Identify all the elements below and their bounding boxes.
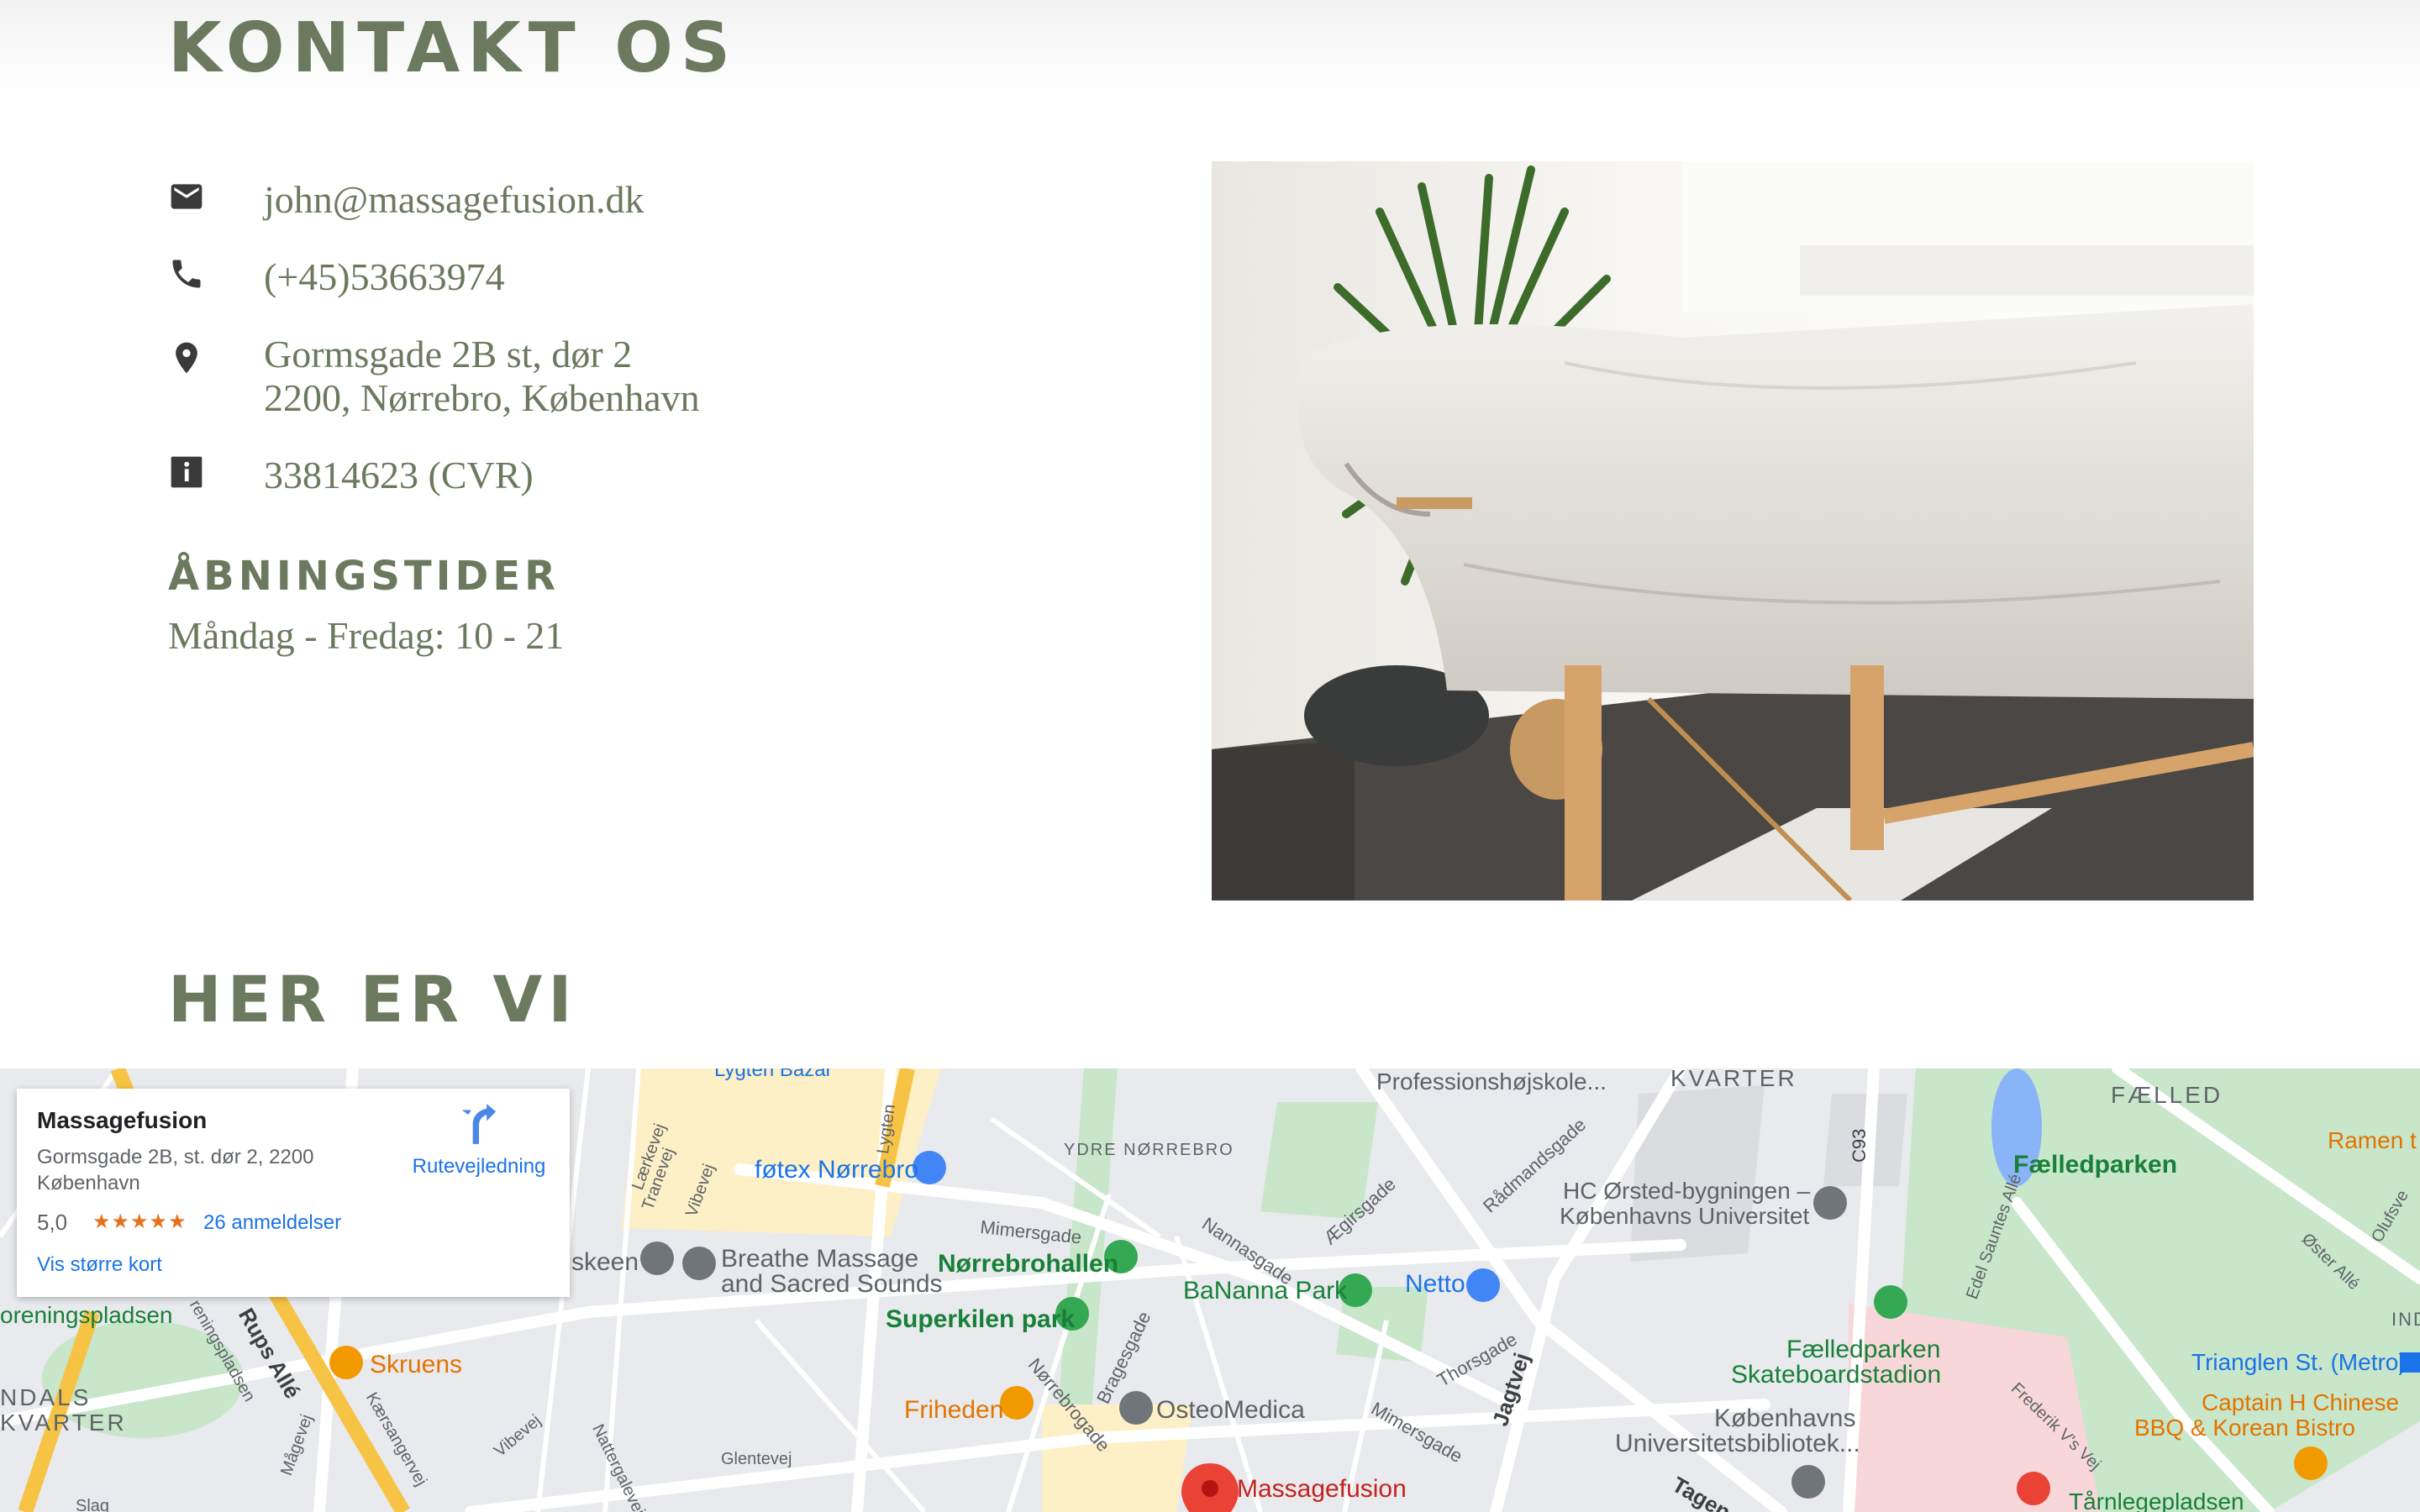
map-label: NDALS bbox=[0, 1384, 92, 1410]
reviews-link[interactable]: 26 anmeldelser bbox=[203, 1211, 341, 1235]
map-label[interactable]: Superkilen park bbox=[886, 1305, 1075, 1334]
map-label[interactable]: Universitetsbibliotek... bbox=[1615, 1430, 1860, 1458]
location-title: HER ER VI bbox=[168, 962, 578, 1037]
map-label[interactable]: Friheden bbox=[904, 1396, 1003, 1425]
map-label[interactable]: Nørrebrohallen bbox=[938, 1250, 1118, 1278]
opening-hours-title: ÅBNINGSTIDER bbox=[168, 553, 560, 600]
map-label: YDRE NØRREBRO bbox=[1064, 1141, 1234, 1159]
massage-room-photo bbox=[1212, 161, 2254, 900]
map-label[interactable]: Tårnlegepladsen bbox=[2069, 1488, 2244, 1512]
directions-label: Rutevejledning bbox=[412, 1155, 546, 1178]
map-info-card: Massagefusion Gormsgade 2B, st. dør 2, 2… bbox=[17, 1089, 570, 1297]
google-map[interactable]: Lygten Bazar Professionshøjskole... KVAR… bbox=[0, 1068, 2420, 1512]
rating-stars-icon: ★★★★★ bbox=[92, 1210, 187, 1233]
map-label[interactable]: Professionshøjskole... bbox=[1376, 1068, 1607, 1095]
map-label[interactable]: Captain H Chinese bbox=[2202, 1389, 2399, 1416]
email-link[interactable]: john@massagefusion.dk bbox=[264, 178, 644, 222]
phone-link[interactable]: (+45)53663974 bbox=[264, 255, 505, 299]
address-line-1: Gormsgade 2B st, dør 2 bbox=[264, 333, 633, 375]
map-label[interactable]: Ramen t bbox=[2328, 1127, 2417, 1154]
map-label[interactable]: Lygten Bazar bbox=[714, 1068, 833, 1082]
map-label: FÆLLED bbox=[2111, 1082, 2223, 1108]
map-label[interactable]: Skateboardstadion bbox=[1731, 1361, 1941, 1389]
place-address: Gormsgade 2B, st. dør 2, 2200 København bbox=[37, 1146, 314, 1194]
phone-icon bbox=[168, 255, 205, 292]
map-label: IND bbox=[2391, 1309, 2420, 1330]
mail-icon bbox=[168, 178, 205, 215]
map-label[interactable]: Netto bbox=[1405, 1270, 1465, 1299]
map-label[interactable]: Fælledparken bbox=[1786, 1336, 1940, 1364]
directions-button[interactable]: Rutevejledning bbox=[403, 1104, 555, 1179]
map-label: KVARTER bbox=[1670, 1068, 1797, 1091]
opening-hours-text: Måndag - Fredag: 10 - 21 bbox=[168, 614, 565, 657]
map-label[interactable]: Fælledparken bbox=[2013, 1151, 2177, 1179]
map-label[interactable]: OsteoMedica bbox=[1156, 1396, 1305, 1425]
map-label[interactable]: BaNanna Park bbox=[1183, 1277, 1347, 1305]
map-label[interactable]: Københavns bbox=[1714, 1404, 1855, 1433]
map-label[interactable]: Massagefusion bbox=[1237, 1475, 1407, 1504]
address-row: Gormsgade 2B st, dør 2 2200, Nørrebro, K… bbox=[168, 333, 700, 420]
location-pin-icon bbox=[168, 333, 205, 383]
map-label[interactable]: HC Ørsted-bygningen – bbox=[1563, 1178, 1810, 1205]
map-label[interactable]: føtex Nørrebro bbox=[755, 1156, 918, 1184]
view-larger-map-link[interactable]: Vis større kort bbox=[37, 1253, 162, 1277]
cvr-number: 33814623 (CVR) bbox=[264, 454, 534, 496]
phone-row[interactable]: (+45)53663974 bbox=[168, 255, 505, 299]
cvr-row: 33814623 (CVR) bbox=[168, 454, 534, 497]
map-label[interactable]: Skruens bbox=[370, 1351, 462, 1379]
address-line-2: 2200, Nørrebro, København bbox=[264, 376, 700, 419]
map-label[interactable]: Breathe Massage bbox=[721, 1245, 918, 1273]
map-label[interactable]: skeen bbox=[571, 1248, 639, 1277]
map-label: KVARTER bbox=[0, 1410, 127, 1436]
map-label[interactable]: oreningspladsen bbox=[0, 1302, 173, 1329]
street-label: Glentevej bbox=[721, 1450, 792, 1468]
info-icon bbox=[168, 454, 205, 491]
map-label[interactable]: Københavns Universitet bbox=[1560, 1203, 1809, 1230]
map-label[interactable]: BBQ & Korean Bistro bbox=[2134, 1415, 2355, 1441]
email-row[interactable]: john@massagefusion.dk bbox=[168, 178, 644, 222]
place-name: Massagefusion bbox=[37, 1107, 208, 1133]
directions-icon bbox=[461, 1104, 497, 1144]
rating-value: 5,0 bbox=[37, 1210, 68, 1235]
street-label: Slag bbox=[76, 1497, 110, 1512]
map-label[interactable]: Trianglen St. (Metro) bbox=[2191, 1349, 2407, 1376]
street-label: C93 bbox=[1849, 1128, 1870, 1163]
contact-title: KONTAKT OS bbox=[168, 8, 739, 88]
map-label[interactable]: and Sacred Sounds bbox=[721, 1270, 943, 1299]
